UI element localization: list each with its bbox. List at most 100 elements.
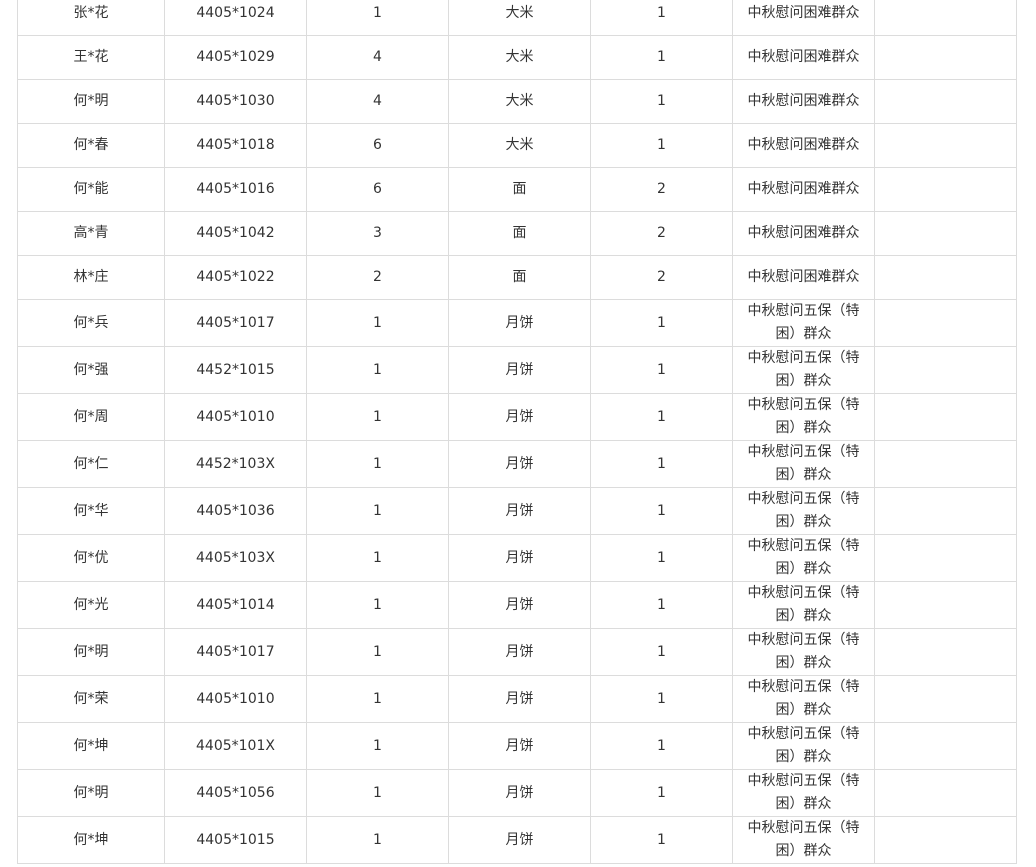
cell-household-count: 1	[306, 440, 449, 488]
cell-id-number: 4405*1029	[164, 35, 307, 80]
cell-name: 何*强	[17, 346, 165, 394]
cell-note	[874, 487, 1017, 535]
cell-item: 月饼	[448, 628, 591, 676]
cell-item: 月饼	[448, 816, 591, 864]
cell-note	[874, 769, 1017, 817]
cell-item: 月饼	[448, 440, 591, 488]
cell-category: 中秋慰问困难群众	[732, 123, 875, 168]
cell-note	[874, 722, 1017, 770]
cell-quantity: 2	[590, 211, 733, 256]
table-row: 林*庄 4405*1022 2 面 2 中秋慰问困难群众	[17, 255, 1017, 300]
cell-id-number: 4405*1024	[164, 0, 307, 36]
cell-id-number: 4405*1036	[164, 487, 307, 535]
cell-name: 何*荣	[17, 675, 165, 723]
cell-category: 中秋慰问五保（特困）群众	[732, 393, 875, 441]
cell-quantity: 1	[590, 487, 733, 535]
cell-quantity: 2	[590, 167, 733, 212]
cell-category: 中秋慰问困难群众	[732, 0, 875, 36]
cell-name: 高*青	[17, 211, 165, 256]
table-row: 何*优 4405*103X 1 月饼 1 中秋慰问五保（特困）群众	[17, 534, 1017, 582]
cell-id-number: 4405*1015	[164, 816, 307, 864]
cell-household-count: 1	[306, 816, 449, 864]
cell-id-number: 4405*1014	[164, 581, 307, 629]
cell-name: 何*光	[17, 581, 165, 629]
cell-category: 中秋慰问五保（特困）群众	[732, 346, 875, 394]
cell-household-count: 1	[306, 581, 449, 629]
cell-name: 林*庄	[17, 255, 165, 300]
cell-household-count: 1	[306, 628, 449, 676]
cell-household-count: 1	[306, 299, 449, 347]
recipient-table-container: 张*花 4405*1024 1 大米 1 中秋慰问困难群众 王*花 4405*1029 4 大米 1…	[17, 0, 1017, 864]
cell-household-count: 1	[306, 675, 449, 723]
cell-category: 中秋慰问五保（特困）群众	[732, 722, 875, 770]
table-row: 高*青 4405*1042 3 面 2 中秋慰问困难群众	[17, 211, 1017, 256]
cell-item: 月饼	[448, 346, 591, 394]
cell-name: 何*明	[17, 628, 165, 676]
table-row: 张*花 4405*1024 1 大米 1 中秋慰问困难群众	[17, 0, 1017, 36]
cell-id-number: 4405*1056	[164, 769, 307, 817]
cell-id-number: 4405*1022	[164, 255, 307, 300]
cell-household-count: 1	[306, 769, 449, 817]
cell-note	[874, 534, 1017, 582]
cell-name: 何*能	[17, 167, 165, 212]
cell-quantity: 1	[590, 299, 733, 347]
cell-note	[874, 211, 1017, 256]
cell-id-number: 4405*1010	[164, 675, 307, 723]
cell-note	[874, 440, 1017, 488]
cell-household-count: 4	[306, 35, 449, 80]
cell-item: 面	[448, 167, 591, 212]
cell-name: 何*明	[17, 769, 165, 817]
cell-note	[874, 255, 1017, 300]
recipient-table-body: 张*花 4405*1024 1 大米 1 中秋慰问困难群众 王*花 4405*1029 4 大米 1…	[17, 0, 1017, 864]
cell-name: 何*仁	[17, 440, 165, 488]
cell-name: 何*兵	[17, 299, 165, 347]
cell-household-count: 6	[306, 167, 449, 212]
table-row: 何*明 4405*1056 1 月饼 1 中秋慰问五保（特困）群众	[17, 769, 1017, 817]
cell-name: 张*花	[17, 0, 165, 36]
cell-quantity: 1	[590, 123, 733, 168]
cell-name: 何*优	[17, 534, 165, 582]
cell-name: 何*坤	[17, 816, 165, 864]
cell-note	[874, 628, 1017, 676]
cell-item: 月饼	[448, 299, 591, 347]
cell-item: 月饼	[448, 487, 591, 535]
cell-category: 中秋慰问五保（特困）群众	[732, 299, 875, 347]
cell-note	[874, 346, 1017, 394]
cell-quantity: 1	[590, 769, 733, 817]
cell-category: 中秋慰问五保（特困）群众	[732, 487, 875, 535]
cell-quantity: 2	[590, 255, 733, 300]
cell-quantity: 1	[590, 79, 733, 124]
table-row: 何*能 4405*1016 6 面 2 中秋慰问困难群众	[17, 167, 1017, 212]
cell-category: 中秋慰问五保（特困）群众	[732, 534, 875, 582]
table-row: 何*明 4405*1030 4 大米 1 中秋慰问困难群众	[17, 79, 1017, 124]
cell-id-number: 4405*103X	[164, 534, 307, 582]
cell-id-number: 4452*1015	[164, 346, 307, 394]
cell-quantity: 1	[590, 534, 733, 582]
cell-category: 中秋慰问五保（特困）群众	[732, 816, 875, 864]
table-row: 何*光 4405*1014 1 月饼 1 中秋慰问五保（特困）群众	[17, 581, 1017, 629]
cell-name: 王*花	[17, 35, 165, 80]
table-row: 王*花 4405*1029 4 大米 1 中秋慰问困难群众	[17, 35, 1017, 80]
cell-id-number: 4452*103X	[164, 440, 307, 488]
cell-quantity: 1	[590, 0, 733, 36]
table-row: 何*坤 4405*1015 1 月饼 1 中秋慰问五保（特困）群众	[17, 816, 1017, 864]
cell-household-count: 1	[306, 393, 449, 441]
recipient-table: 张*花 4405*1024 1 大米 1 中秋慰问困难群众 王*花 4405*1029 4 大米 1…	[17, 0, 1017, 864]
table-row: 何*强 4452*1015 1 月饼 1 中秋慰问五保（特困）群众	[17, 346, 1017, 394]
cell-item: 月饼	[448, 581, 591, 629]
cell-name: 何*坤	[17, 722, 165, 770]
cell-id-number: 4405*1042	[164, 211, 307, 256]
cell-id-number: 4405*1018	[164, 123, 307, 168]
cell-note	[874, 35, 1017, 80]
cell-category: 中秋慰问五保（特困）群众	[732, 675, 875, 723]
cell-quantity: 1	[590, 581, 733, 629]
cell-note	[874, 299, 1017, 347]
cell-name: 何*周	[17, 393, 165, 441]
cell-item: 大米	[448, 0, 591, 36]
cell-note	[874, 581, 1017, 629]
cell-category: 中秋慰问困难群众	[732, 255, 875, 300]
cell-id-number: 4405*1010	[164, 393, 307, 441]
cell-quantity: 1	[590, 440, 733, 488]
table-row: 何*兵 4405*1017 1 月饼 1 中秋慰问五保（特困）群众	[17, 299, 1017, 347]
table-row: 何*春 4405*1018 6 大米 1 中秋慰问困难群众	[17, 123, 1017, 168]
